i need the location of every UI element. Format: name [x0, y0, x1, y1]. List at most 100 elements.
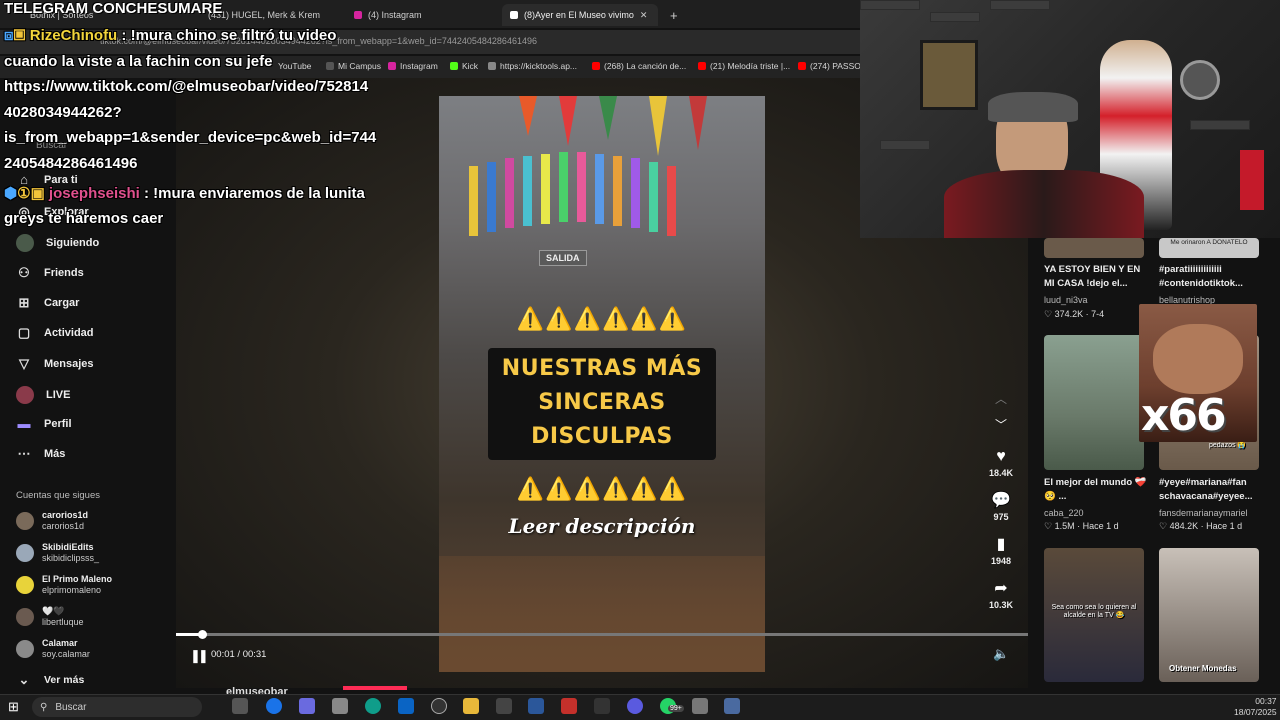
caption-line: SINCERAS — [538, 390, 666, 415]
rec-overlay-text: Sea como sea lo quieren al alcalde en la… — [1051, 604, 1137, 619]
sidebar-item-actividad[interactable]: ▢ Actividad — [16, 325, 94, 341]
youtube-icon — [698, 62, 706, 70]
account-handle: soy.calamar — [42, 649, 90, 659]
share-button[interactable]: ➦ 10.3K — [985, 578, 1017, 610]
rec-thumbnail[interactable]: Me orinaron A DONATELO — [1159, 238, 1259, 258]
bookmark-item[interactable]: Instagram — [388, 61, 438, 71]
chat-text: : !mura chino se filtró tu video — [121, 27, 337, 44]
rec-thumbnail[interactable] — [1044, 335, 1144, 470]
kick-icon — [450, 62, 458, 70]
search-icon: ⚲ — [40, 701, 48, 713]
volume-button[interactable]: 🔈 — [993, 646, 1009, 662]
bookmark-label: (268) La canción de... — [604, 61, 687, 71]
account-item[interactable]: El Primo Maleno elprimomaleno — [16, 574, 112, 596]
chrome-icon[interactable] — [266, 698, 282, 714]
video-time: 00:01 / 00:31 — [211, 649, 267, 660]
account-handle: skibidiclipsss_ — [42, 553, 100, 563]
following-icon — [16, 234, 34, 252]
comment-count: 975 — [993, 512, 1009, 522]
get-coins-button[interactable]: Obtener Monedas — [1169, 664, 1237, 673]
next-video-button[interactable]: ﹀ — [985, 416, 1017, 433]
bookmark-label: Kick — [462, 61, 479, 71]
instagram-icon — [354, 11, 362, 19]
rec-title[interactable]: #yeye#mariana#fan schavacana#yeyee... — [1159, 476, 1263, 504]
heart-icon: ♥ — [996, 448, 1006, 465]
emote-multiplier: x66 — [1141, 390, 1227, 441]
bookmark-item[interactable]: https://kicktools.ap... — [488, 61, 577, 71]
red-object — [1240, 150, 1264, 210]
rec-user[interactable]: luud_ni3va — [1044, 295, 1088, 305]
pause-icon: ❚❚ — [190, 648, 209, 663]
browser-tab[interactable]: (4) Instagram — [346, 4, 496, 26]
account-name: carorios1d — [42, 510, 89, 520]
account-item[interactable]: 🤍🖤 libertluque — [16, 606, 84, 628]
streamer-cap — [988, 92, 1078, 122]
like-button[interactable]: ♥ 18.4K — [985, 448, 1017, 478]
obs-icon[interactable] — [431, 698, 447, 714]
bookmark-item[interactable]: (268) La canción de... — [592, 61, 686, 71]
calculator-icon[interactable] — [724, 698, 740, 714]
app-icon[interactable] — [496, 698, 512, 714]
app-icon[interactable] — [692, 698, 708, 714]
rec-user[interactable]: caba_220 — [1044, 508, 1084, 518]
bookmark-item[interactable]: Kick — [450, 61, 478, 71]
comment-button[interactable]: 💬 975 — [985, 490, 1017, 522]
avatar — [16, 576, 34, 594]
copilot-icon[interactable] — [299, 698, 315, 714]
rec-title[interactable]: YA ESTOY BIEN Y EN MI CASA !dejo el... — [1044, 263, 1148, 291]
bookmark-label: Instagram — [400, 61, 438, 71]
account-item[interactable]: Calamar soy.calamar — [16, 638, 90, 660]
system-clock: 00:37 18/07/2025 — [1234, 696, 1277, 718]
media-icon[interactable] — [561, 698, 577, 714]
sidebar-item-perfil[interactable]: ▬ Perfil — [16, 416, 72, 431]
browser-tab-active[interactable]: (8)Ayer en El Museo vivimo ✕ — [502, 4, 658, 26]
bookmark-item[interactable]: YouTube — [278, 61, 311, 71]
progress-track[interactable] — [176, 633, 1028, 636]
progress-handle[interactable] — [198, 630, 207, 639]
folder-icon[interactable] — [463, 698, 479, 714]
discord-icon[interactable] — [627, 698, 643, 714]
sidebar-item-mas[interactable]: ⋯ Más — [16, 446, 66, 462]
chevron-down-icon: ⌄ — [18, 672, 30, 687]
windows-start-button[interactable]: ⊞ — [8, 699, 19, 715]
video-player[interactable]: SALIDA ⚠️⚠️⚠️⚠️⚠️⚠️ NUESTRAS MÁS SINCERA… — [439, 96, 765, 672]
chat-message-line: ⧈▣ RizeChinofu : !mura chino se filtró t… — [4, 27, 336, 44]
rec-title[interactable]: El mejor del mundo ❤️‍🩹🥺 ... — [1044, 476, 1148, 504]
sidebar-item-siguiendo[interactable]: Siguiendo — [16, 234, 99, 252]
rec-user[interactable]: fansdemarianaymariel — [1159, 508, 1248, 518]
sidebar-item-mensajes[interactable]: ▽ Mensajes — [16, 356, 94, 372]
rec-thumbnail[interactable] — [1044, 238, 1144, 258]
save-button[interactable]: ▮ 1948 — [985, 534, 1017, 566]
see-more-button[interactable]: ⌄ Ver más — [16, 672, 85, 688]
new-tab-button[interactable]: + — [662, 4, 682, 26]
prev-video-button[interactable]: ︿ — [985, 390, 1017, 407]
word-icon[interactable] — [528, 698, 544, 714]
rec-thumbnail[interactable]: Obtener Monedas — [1159, 548, 1259, 682]
tab-title: (8)Ayer en El Museo vivimo — [524, 10, 634, 20]
bookmark-item[interactable]: Mi Campus — [326, 61, 381, 71]
account-item[interactable]: carorios1d carorios1d — [16, 510, 88, 532]
rec-stats: ♡ 1.5M · Hace 1 d — [1044, 521, 1119, 531]
chat-badge-icon: ⬢ — [4, 185, 18, 202]
bookmark-item[interactable]: (21) Melodía triste |... — [698, 61, 790, 71]
pause-button[interactable]: ❚❚ — [190, 648, 209, 664]
account-item[interactable]: SkibidiEdits skibidiclipsss_ — [16, 542, 99, 564]
store-icon[interactable] — [332, 698, 348, 714]
rec-title[interactable]: #paratiiiiiiiiiiiii #contenidotiktok... — [1159, 263, 1263, 291]
close-icon[interactable]: ✕ — [640, 10, 648, 21]
whatsapp-icon[interactable]: 99+ — [660, 698, 684, 714]
follow-button[interactable] — [343, 686, 407, 690]
sidebar-item-friends[interactable]: ⚇ Friends — [16, 265, 84, 281]
sidebar-item-live[interactable]: LIVE — [16, 386, 70, 404]
edge-icon[interactable] — [365, 698, 381, 714]
account-handle: libertluque — [42, 617, 84, 627]
rec-thumbnail[interactable]: Sea como sea lo quieren al alcalde en la… — [1044, 548, 1144, 682]
bookmark-item[interactable]: (274) PASSO | — [798, 61, 865, 71]
bookmark-label: YouTube — [278, 61, 312, 71]
sidebar-item-cargar[interactable]: ⊞ Cargar — [16, 295, 80, 311]
upload-icon: ⊞ — [18, 295, 30, 310]
task-view-icon[interactable] — [232, 698, 248, 714]
app-icon[interactable] — [594, 698, 610, 714]
taskbar-search[interactable]: ⚲ Buscar — [32, 697, 202, 717]
outlook-icon[interactable] — [398, 698, 414, 714]
